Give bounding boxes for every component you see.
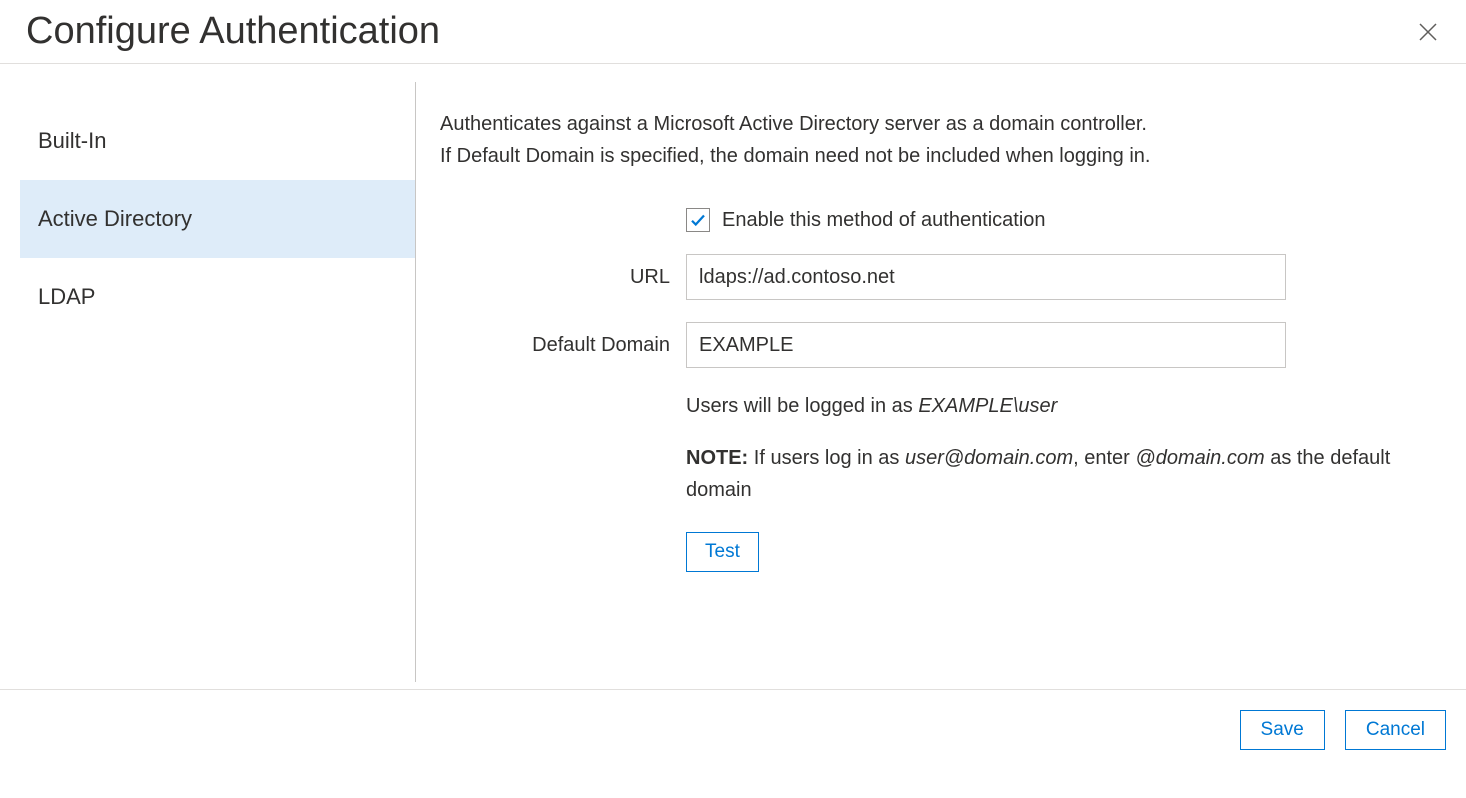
description-text: Authenticates against a Microsoft Active… xyxy=(440,108,1436,172)
login-hint-text: Users will be logged in as EXAMPLE\user xyxy=(686,390,1406,422)
enable-row: Enable this method of authentication xyxy=(440,208,1436,232)
enable-checkbox-label[interactable]: Enable this method of authentication xyxy=(722,209,1046,232)
description-line1: Authenticates against a Microsoft Active… xyxy=(440,113,1147,135)
auth-method-sidebar: Built-In Active Directory LDAP xyxy=(20,82,416,682)
url-label: URL xyxy=(440,266,686,289)
close-icon xyxy=(1416,20,1440,44)
close-button[interactable] xyxy=(1412,16,1444,48)
sidebar-item-ldap[interactable]: LDAP xyxy=(20,258,415,336)
cancel-button[interactable]: Cancel xyxy=(1345,710,1446,750)
default-domain-input[interactable] xyxy=(686,322,1286,368)
description-line2: If Default Domain is specified, the doma… xyxy=(440,145,1150,167)
enable-checkbox[interactable] xyxy=(686,208,710,232)
main-panel: Authenticates against a Microsoft Active… xyxy=(416,82,1466,689)
url-row: URL xyxy=(440,254,1436,300)
login-hint-row: Users will be logged in as EXAMPLE\user xyxy=(440,390,1436,422)
dialog-title: Configure Authentication xyxy=(26,10,440,53)
sidebar-item-active-directory[interactable]: Active Directory xyxy=(20,180,415,258)
note-example-user: user@domain.com xyxy=(905,447,1073,469)
test-row: Test xyxy=(440,532,1436,572)
sidebar-item-label: Built-In xyxy=(38,128,106,153)
note-example-domain: @domain.com xyxy=(1135,447,1264,469)
note-text: NOTE: If users log in as user@domain.com… xyxy=(686,442,1406,506)
save-button[interactable]: Save xyxy=(1240,710,1325,750)
dialog-footer: Save Cancel xyxy=(0,690,1466,770)
url-input[interactable] xyxy=(686,254,1286,300)
sidebar-item-builtin[interactable]: Built-In xyxy=(20,102,415,180)
checkmark-icon xyxy=(689,211,707,229)
dialog-header: Configure Authentication xyxy=(0,0,1466,64)
sidebar-item-label: Active Directory xyxy=(38,206,192,231)
default-domain-row: Default Domain xyxy=(440,322,1436,368)
login-example: EXAMPLE\user xyxy=(918,395,1057,417)
test-button[interactable]: Test xyxy=(686,532,759,572)
dialog-body: Built-In Active Directory LDAP Authentic… xyxy=(0,64,1466,690)
default-domain-label: Default Domain xyxy=(440,334,686,357)
note-label: NOTE: xyxy=(686,447,748,469)
note-row: NOTE: If users log in as user@domain.com… xyxy=(440,442,1436,506)
sidebar-item-label: LDAP xyxy=(38,284,95,309)
